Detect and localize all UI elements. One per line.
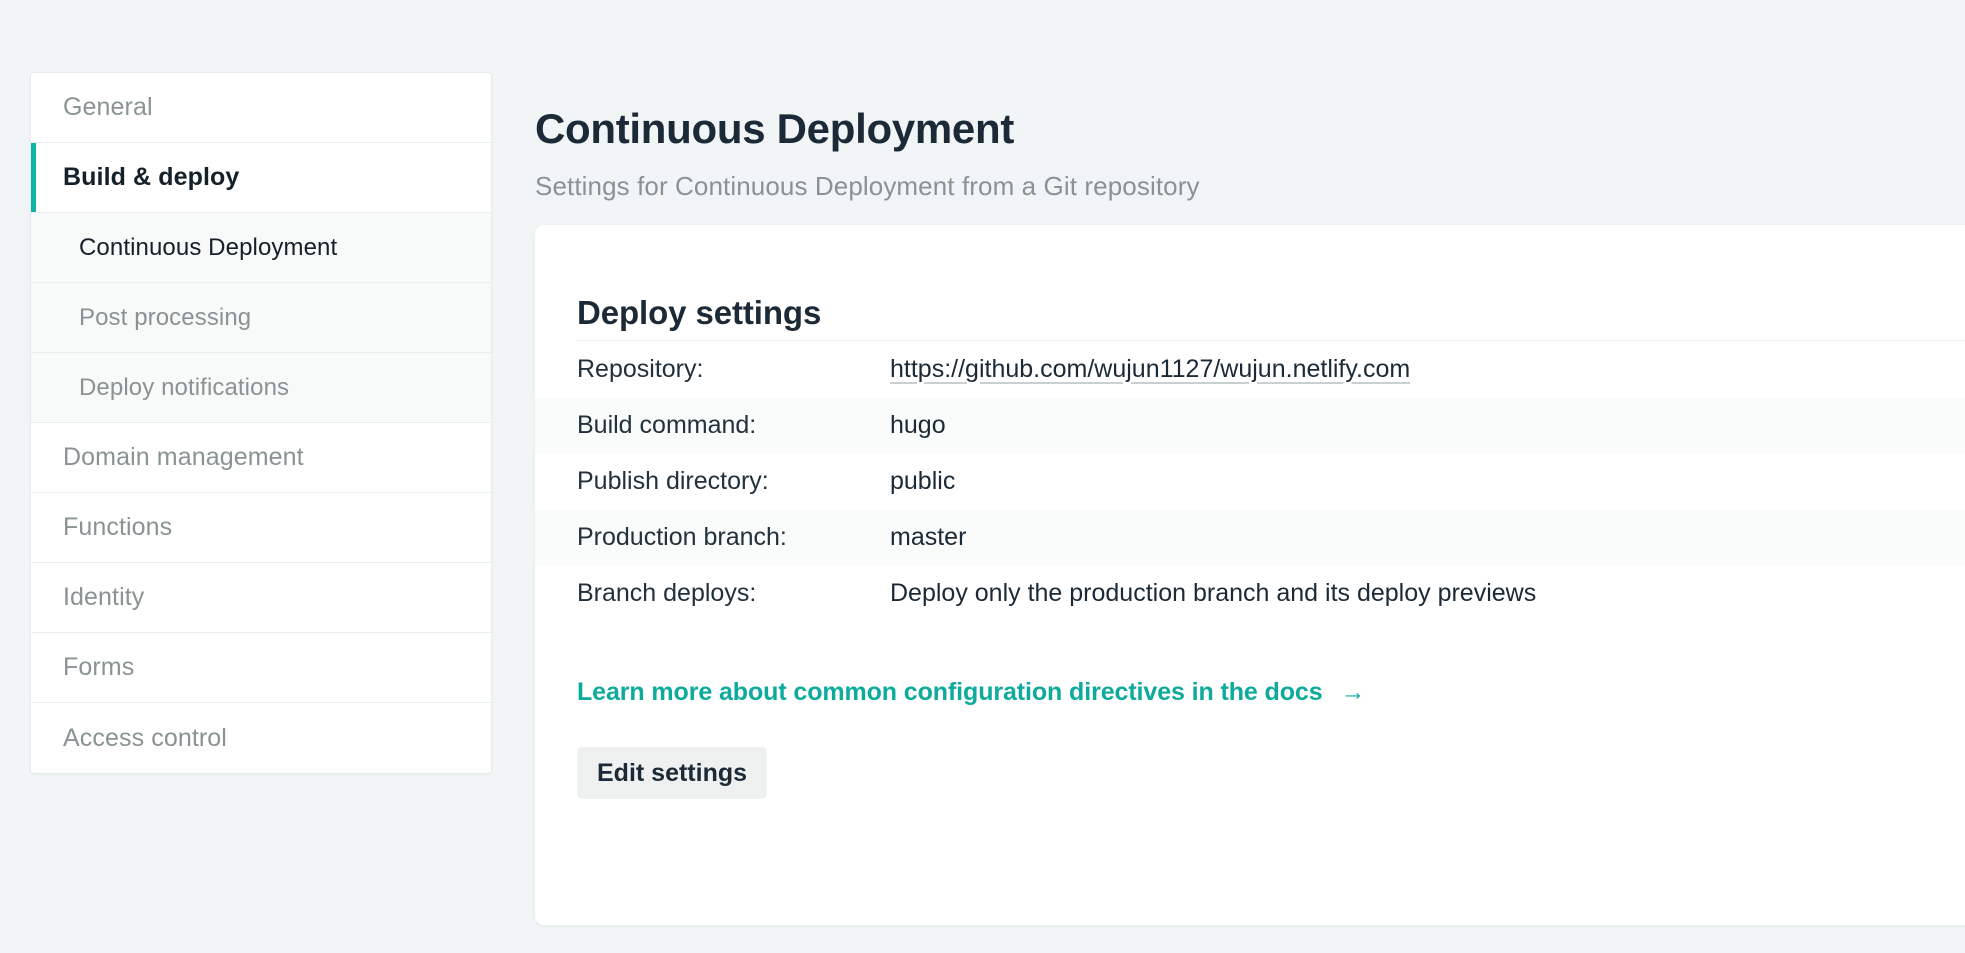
sidebar-item-label: Forms [63, 653, 135, 681]
sidebar-item-label: Build & deploy [63, 163, 240, 191]
sidebar-item-deploy-notifications[interactable]: Deploy notifications [31, 353, 491, 423]
setting-value: Deploy only the production branch and it… [890, 578, 1537, 607]
settings-page: General Build & deploy Continuous Deployme… [0, 0, 1965, 953]
setting-row: Production branch: master [535, 509, 1965, 565]
setting-value: public [890, 466, 956, 495]
sidebar-item-label: Functions [63, 513, 173, 541]
setting-row: Branch deploys: Deploy only the productio… [535, 565, 1965, 621]
setting-label: Production branch: [577, 522, 787, 551]
sidebar-item-label: Domain management [63, 443, 304, 471]
repository-link[interactable]: https://github.com/wujun1127/wujun.netli… [890, 355, 1410, 384]
sidebar-item-build-deploy[interactable]: Build & deploy [31, 143, 491, 213]
sidebar-item-label: Post processing [79, 303, 252, 331]
sidebar-item-post-processing[interactable]: Post processing [31, 283, 491, 353]
sidebar-item-label: Deploy notifications [79, 373, 290, 401]
setting-row: Build command: hugo [535, 397, 1965, 453]
sidebar-item-general[interactable]: General [31, 73, 491, 143]
deploy-settings-card: Deploy settings Repository: https://githu… [535, 225, 1965, 925]
sidebar-item-domain-management[interactable]: Domain management [31, 423, 491, 493]
setting-value: master [890, 522, 967, 551]
sidebar-item-continuous-deployment[interactable]: Continuous Deployment [31, 213, 491, 283]
deploy-settings-table: Repository: https://github.com/wujun1127/… [535, 341, 1965, 621]
page-subtitle: Settings for Continuous Deployment from … [535, 171, 1200, 201]
sidebar-item-label: Continuous Deployment [79, 233, 338, 261]
sidebar-item-functions[interactable]: Functions [31, 493, 491, 563]
setting-value: hugo [890, 410, 946, 439]
page-title: Continuous Deployment [535, 105, 1015, 153]
settings-sidebar: General Build & deploy Continuous Deployme… [30, 72, 492, 774]
edit-settings-button[interactable]: Edit settings [577, 747, 768, 799]
setting-row: Repository: https://github.com/wujun1127/… [535, 341, 1965, 397]
sidebar-item-access-control[interactable]: Access control [31, 703, 491, 773]
sidebar-item-label: General [63, 93, 153, 121]
setting-label: Publish directory: [577, 466, 769, 495]
setting-row: Publish directory: public [535, 453, 1965, 509]
sidebar-item-label: Identity [63, 583, 145, 611]
sidebar-item-identity[interactable]: Identity [31, 563, 491, 633]
docs-link-label: Learn more about common configuration di… [577, 678, 1323, 706]
sidebar-item-label: Access control [63, 723, 227, 752]
learn-more-docs-link[interactable]: Learn more about common configuration di… [577, 678, 1366, 707]
sidebar-item-forms[interactable]: Forms [31, 633, 491, 703]
setting-label: Branch deploys: [577, 578, 757, 607]
setting-label: Build command: [577, 410, 757, 439]
card-title: Deploy settings [577, 294, 822, 332]
main-content: Continuous Deployment Settings for Conti… [535, 0, 1965, 953]
setting-label: Repository: [577, 354, 704, 383]
arrow-right-icon: → [1340, 678, 1366, 706]
